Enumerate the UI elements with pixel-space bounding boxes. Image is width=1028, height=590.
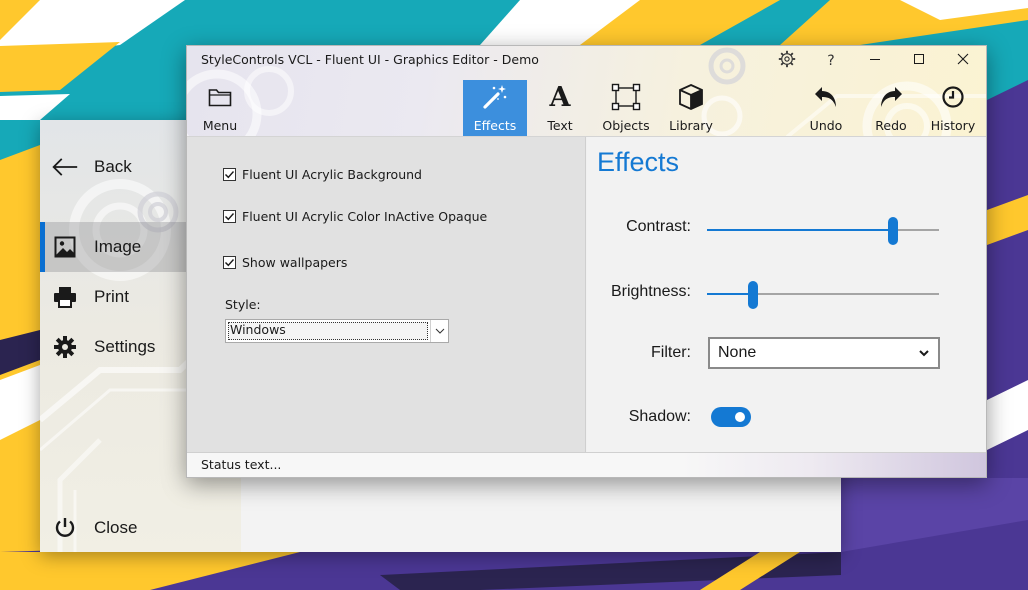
gear-icon (52, 334, 78, 360)
text-label: Text (547, 118, 573, 133)
menu-button[interactable]: Menu (197, 80, 243, 136)
redo-button[interactable]: Redo (870, 80, 912, 136)
status-bar: Status text... (187, 452, 986, 477)
effects-label: Effects (473, 118, 517, 133)
effects-title: Effects (597, 147, 680, 177)
printer-icon (52, 284, 78, 310)
objects-label: Objects (602, 118, 650, 133)
library-label: Library (669, 118, 713, 133)
undo-label: Undo (809, 118, 843, 133)
cube-icon (678, 82, 704, 112)
filter-dropdown-value: None (718, 344, 757, 361)
contrast-label: Contrast: (626, 218, 691, 235)
tab-text[interactable]: A Text (537, 80, 583, 136)
show-wallpapers-label: Show wallpapers (242, 255, 348, 270)
shadow-toggle[interactable] (711, 407, 751, 427)
settings-button[interactable] (765, 46, 809, 76)
redo-icon (878, 82, 904, 112)
slider-fill (707, 229, 893, 231)
history-label: History (930, 118, 976, 133)
chevron-down-icon (430, 320, 448, 342)
ribbon-toolbar: StyleControls VCL - Fluent UI - Graphics… (187, 46, 986, 137)
tab-library[interactable]: Library (665, 80, 717, 136)
options-pane: Fluent UI Acrylic Background Fluent UI A… (187, 137, 586, 452)
clock-icon (941, 82, 965, 112)
backstage-back-label: Back (94, 157, 132, 176)
tab-effects[interactable]: Effects (463, 80, 527, 136)
close-button[interactable] (941, 46, 985, 76)
checkmark-icon (223, 256, 236, 269)
acrylic-inactive-opaque-label: Fluent UI Acrylic Color InActive Opaque (242, 209, 488, 224)
arrow-left-icon (52, 154, 78, 180)
backstage-image-label: Image (94, 237, 142, 256)
status-text: Status text... (201, 457, 282, 472)
minimize-icon (869, 53, 881, 69)
graphics-editor-window: StyleControls VCL - Fluent UI - Graphics… (186, 45, 987, 478)
checkmark-icon (223, 168, 236, 181)
image-icon (52, 234, 78, 260)
contrast-slider[interactable] (707, 215, 939, 245)
menu-label: Menu (202, 118, 238, 133)
help-button[interactable]: ? (809, 46, 853, 76)
help-icon: ? (827, 53, 835, 69)
maximize-button[interactable] (897, 46, 941, 76)
style-dropdown[interactable]: Windows (225, 319, 449, 343)
close-icon (957, 53, 969, 69)
acrylic-background-checkbox[interactable]: Fluent UI Acrylic Background (223, 167, 422, 182)
checkmark-icon (223, 210, 236, 223)
show-wallpapers-checkbox[interactable]: Show wallpapers (223, 255, 347, 270)
slider-thumb[interactable] (748, 281, 759, 309)
minimize-button[interactable] (853, 46, 897, 76)
gear-icon (778, 50, 796, 72)
acrylic-inactive-opaque-checkbox[interactable]: Fluent UI Acrylic Color InActive Opaque (223, 209, 487, 224)
maximize-icon (913, 53, 925, 69)
filter-dropdown[interactable]: None (708, 337, 940, 369)
backstage-close-button[interactable]: Close (40, 503, 241, 552)
selection-icon (611, 82, 641, 112)
toggle-knob (735, 412, 745, 422)
brightness-label: Brightness: (610, 283, 691, 300)
backstage-print-label: Print (94, 287, 129, 306)
backstage-close-label: Close (94, 518, 138, 537)
history-button[interactable]: History (929, 80, 977, 136)
brightness-slider[interactable] (707, 279, 939, 309)
redo-label: Redo (875, 118, 907, 133)
chevron-down-icon (918, 347, 930, 359)
undo-button[interactable]: Undo (805, 80, 847, 136)
text-icon: A (549, 81, 571, 113)
acrylic-background-label: Fluent UI Acrylic Background (242, 167, 422, 182)
slider-thumb[interactable] (887, 217, 898, 245)
style-dropdown-value: Windows (230, 322, 286, 337)
effects-pane: Effects Contrast: Brightness: Filter: No… (587, 137, 986, 452)
window-title: StyleControls VCL - Fluent UI - Graphics… (201, 52, 539, 67)
folder-icon (208, 82, 232, 112)
filter-label: Filter: (651, 344, 691, 361)
tab-objects[interactable]: Objects (599, 80, 653, 136)
slider-fill (707, 293, 754, 295)
style-label: Style: (225, 297, 261, 312)
power-icon (52, 515, 78, 541)
magic-wand-icon (482, 82, 508, 112)
undo-icon (813, 82, 839, 112)
backstage-settings-label: Settings (94, 337, 156, 356)
shadow-label: Shadow: (628, 408, 691, 425)
